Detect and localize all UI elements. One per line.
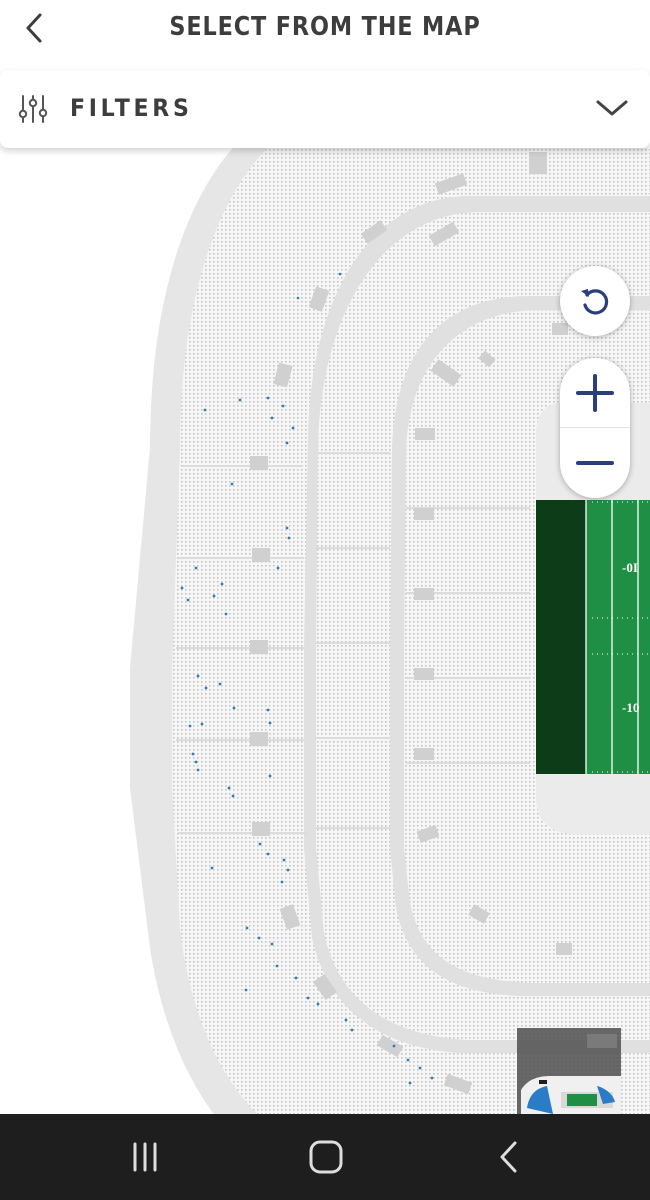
minimap-svg xyxy=(517,1028,621,1114)
minus-icon xyxy=(576,461,614,465)
home-button[interactable] xyxy=(296,1134,356,1180)
system-back-button[interactable] xyxy=(478,1134,538,1180)
endzone xyxy=(536,500,586,774)
stadium-svg[interactable]: -0I -10 xyxy=(0,148,650,1114)
chevron-left-icon xyxy=(26,13,42,43)
home-icon xyxy=(309,1140,343,1174)
chevron-down-icon[interactable] xyxy=(594,96,630,120)
field-turf xyxy=(586,500,650,774)
system-navigation-bar xyxy=(0,1114,650,1200)
recents-icon xyxy=(133,1142,157,1172)
back-icon xyxy=(500,1141,517,1173)
zoom-in-button[interactable] xyxy=(560,358,630,428)
recents-button[interactable] xyxy=(115,1134,175,1180)
yard-number-top: -0I xyxy=(622,560,638,575)
zoom-controls xyxy=(560,358,630,498)
app-header: SELECT FROM THE MAP xyxy=(0,0,650,64)
rotate-ccw-icon xyxy=(581,289,609,315)
page-title: SELECT FROM THE MAP xyxy=(169,12,481,42)
plus-icon xyxy=(576,373,614,412)
playing-field: -0I -10 xyxy=(536,500,650,774)
minimap[interactable] xyxy=(517,1028,621,1114)
stadium-map[interactable]: -0I -10 xyxy=(0,148,650,1114)
zoom-out-button[interactable] xyxy=(560,428,630,498)
yard-number-bottom: -10 xyxy=(622,700,639,715)
filters-bar[interactable]: FILTERS xyxy=(0,70,650,148)
reset-view-button[interactable] xyxy=(560,266,630,336)
filters-label: FILTERS xyxy=(70,94,193,122)
sliders-icon xyxy=(18,95,48,123)
